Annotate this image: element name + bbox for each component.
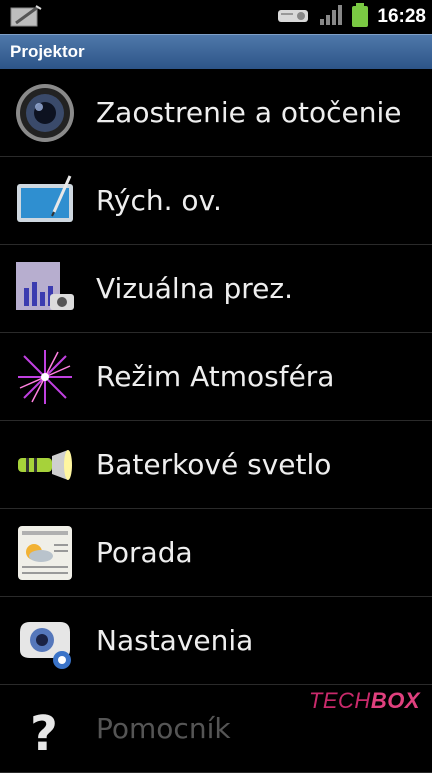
menu-item-label: Vizuálna prez. [96,272,293,305]
menu-item-label: Rých. ov. [96,184,222,217]
visual-presenter-icon [14,258,76,320]
projector-settings-icon [14,610,76,672]
menu-item-label: Pomocník [96,712,231,745]
watermark-logo: TECHBOX [309,688,420,714]
help-icon: ? [14,698,76,762]
firework-icon [14,346,76,408]
menu-item-settings[interactable]: Nastavenia [0,597,432,685]
projector-status-icon [277,5,311,29]
menu-item-flashlight[interactable]: Baterkové svetlo [0,421,432,509]
menu-item-label: Baterkové svetlo [96,448,332,481]
svg-text:?: ? [30,706,58,760]
clock: 16:28 [377,6,426,27]
page-title: Projektor [0,34,432,69]
menu-item-quick-pad[interactable]: Rých. ov. [0,157,432,245]
watermark-part: TECH [308,688,371,713]
menu-item-atmosphere-mode[interactable]: Režim Atmosféra [0,333,432,421]
menu-item-visual-presenter[interactable]: Vizuálna prez. [0,245,432,333]
menu-item-label: Režim Atmosféra [96,360,335,393]
menu-list: Zaostrenie a otočenie Rých. ov. Vizuálna… [0,69,432,773]
menu-item-focus-rotation[interactable]: Zaostrenie a otočenie [0,69,432,157]
status-bar: 16:28 [0,0,432,34]
camera-lens-icon [14,82,76,144]
flashlight-icon [14,434,76,496]
watermark-part: BOX [370,688,420,713]
menu-item-label: Zaostrenie a otočenie [96,96,402,129]
quick-pad-icon [14,170,76,232]
menu-item-meeting[interactable]: Porada [0,509,432,597]
battery-icon [351,2,369,32]
notification-icon [10,5,44,33]
menu-item-label: Nastavenia [96,624,254,657]
signal-icon [319,4,343,30]
meeting-icon [14,522,76,584]
menu-item-label: Porada [96,536,193,569]
